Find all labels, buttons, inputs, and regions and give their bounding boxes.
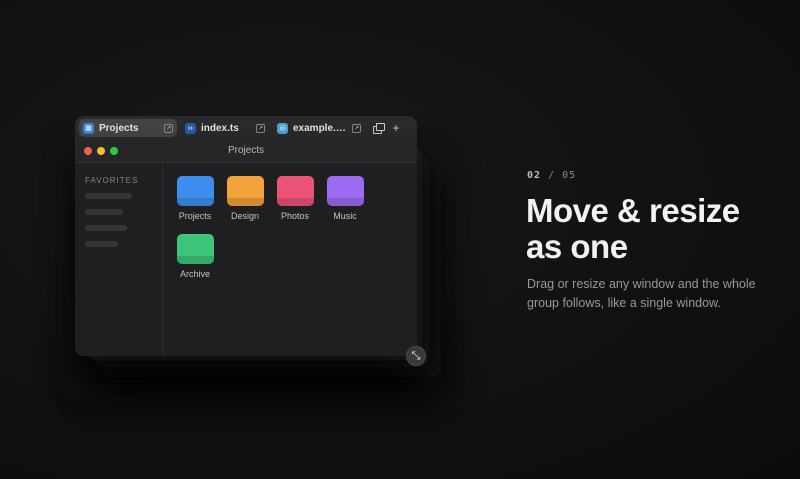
tab-label: Projects bbox=[99, 122, 139, 134]
folder-archive[interactable]: Archive bbox=[170, 234, 220, 279]
sidebar: FAVORITES bbox=[75, 163, 163, 356]
web-page-icon: ◎ bbox=[277, 122, 288, 134]
step-indicator: 02 / 05 bbox=[527, 170, 576, 181]
window-titlebar[interactable]: Projects bbox=[75, 140, 417, 163]
folder-icon bbox=[176, 176, 214, 206]
typescript-file-icon: ‹› bbox=[185, 122, 196, 134]
step-separator: / bbox=[541, 170, 563, 181]
folder-grid: Projects Design Photos Music Archive bbox=[163, 163, 417, 356]
folder-projects[interactable]: Projects bbox=[170, 176, 220, 221]
add-tab-button[interactable]: + bbox=[389, 121, 403, 135]
window-content: FAVORITES Projects Design Photos Music A… bbox=[75, 163, 417, 356]
window-group-icon[interactable] bbox=[372, 121, 386, 135]
sidebar-item[interactable] bbox=[85, 225, 127, 231]
folder-label: Design bbox=[230, 211, 259, 221]
tab-label: example.c... bbox=[293, 122, 346, 134]
folder-icon: ▦ bbox=[83, 122, 94, 134]
window-title: Projects bbox=[227, 145, 265, 156]
popout-icon[interactable]: ↗ bbox=[164, 123, 173, 133]
step-current: 02 bbox=[527, 170, 542, 181]
headline-line-1: Move & resize bbox=[526, 192, 740, 229]
step-total: 05 bbox=[562, 170, 577, 181]
headline: Move & resize as one bbox=[526, 193, 796, 265]
popout-icon[interactable]: ↗ bbox=[352, 123, 361, 133]
folder-icon bbox=[276, 176, 314, 206]
popout-icon[interactable]: ↗ bbox=[256, 123, 265, 133]
headline-line-2: as one bbox=[526, 228, 628, 265]
folder-design[interactable]: Design bbox=[220, 176, 270, 221]
folder-label: Photos bbox=[280, 211, 310, 221]
folder-music[interactable]: Music bbox=[320, 176, 370, 221]
sidebar-item[interactable] bbox=[85, 241, 118, 247]
resize-handle-icon[interactable]: ⤡ bbox=[406, 346, 426, 366]
finder-window: Projects FAVORITES Projects Design Photo… bbox=[75, 140, 417, 356]
folder-label: Music bbox=[333, 211, 357, 221]
folder-icon bbox=[176, 234, 214, 264]
tab-projects[interactable]: ▦ Projects ↗ bbox=[79, 119, 177, 137]
sidebar-heading: FAVORITES bbox=[85, 176, 139, 185]
folder-icon bbox=[326, 176, 364, 206]
folder-label: Archive bbox=[179, 269, 210, 279]
tab-index-ts[interactable]: ‹› index.ts ↗ bbox=[181, 119, 269, 137]
folder-label: Projects bbox=[178, 211, 212, 221]
sidebar-item[interactable] bbox=[85, 209, 123, 215]
sidebar-item[interactable] bbox=[85, 193, 132, 199]
description: Drag or resize any window and the whole … bbox=[527, 277, 756, 310]
folder-photos[interactable]: Photos bbox=[270, 176, 320, 221]
tab-label: index.ts bbox=[201, 122, 239, 134]
tab-example[interactable]: ◎ example.c... ↗ bbox=[273, 119, 365, 137]
folder-icon bbox=[226, 176, 264, 206]
tab-bar: ▦ Projects ↗ ‹› index.ts ↗ ◎ example.c..… bbox=[75, 116, 417, 140]
